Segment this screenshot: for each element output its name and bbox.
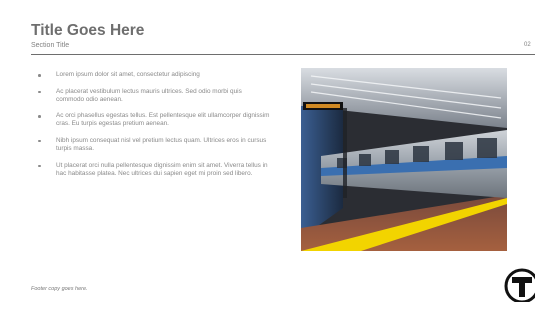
mbta-t-logo	[504, 268, 535, 302]
bullet-dot	[38, 90, 41, 94]
section-title: Section Title	[31, 42, 70, 49]
bullet-text: Ac placerat vestibulum lectus mauris ult…	[56, 87, 242, 103]
bullet-text: Lorem ipsum dolor sit amet, consectetur …	[56, 71, 200, 78]
page-number: 02	[524, 42, 531, 48]
subway-train-illustration	[301, 68, 507, 251]
bullet-item: Ac orci phasellus egestas tellus. Est pe…	[38, 112, 270, 128]
bullet-dot	[38, 139, 41, 143]
bullet-dot	[38, 164, 41, 168]
slide-title: Title Goes Here	[31, 22, 145, 39]
bullet-text: Ut placerat orci nulla pellentesque dign…	[56, 161, 268, 177]
bullet-text: Nibh ipsum consequat nisl vel pretium le…	[56, 136, 267, 153]
t-logo-icon	[504, 268, 535, 302]
bullet-list: Lorem ipsum dolor sit amet, consectetur …	[38, 71, 270, 186]
bullet-item: Lorem ipsum dolor sit amet, consectetur …	[38, 71, 270, 79]
bullet-dot	[38, 115, 41, 118]
bullet-item: Nibh ipsum consequat nisl vel pretium le…	[38, 137, 270, 153]
bullet-text: Ac orci phasellus egestas tellus. Est pe…	[56, 112, 270, 128]
bullet-dot	[38, 74, 41, 77]
bullet-item: Ut placerat orci nulla pellentesque dign…	[38, 162, 270, 178]
bullet-item: Ac placerat vestibulum lectus mauris ult…	[38, 88, 270, 104]
slide: Title Goes Here Section Title 02 Lorem i…	[0, 0, 535, 310]
subway-train-photo	[301, 68, 507, 251]
title-divider	[31, 54, 535, 55]
footer-text: Footer copy goes here.	[31, 286, 88, 292]
